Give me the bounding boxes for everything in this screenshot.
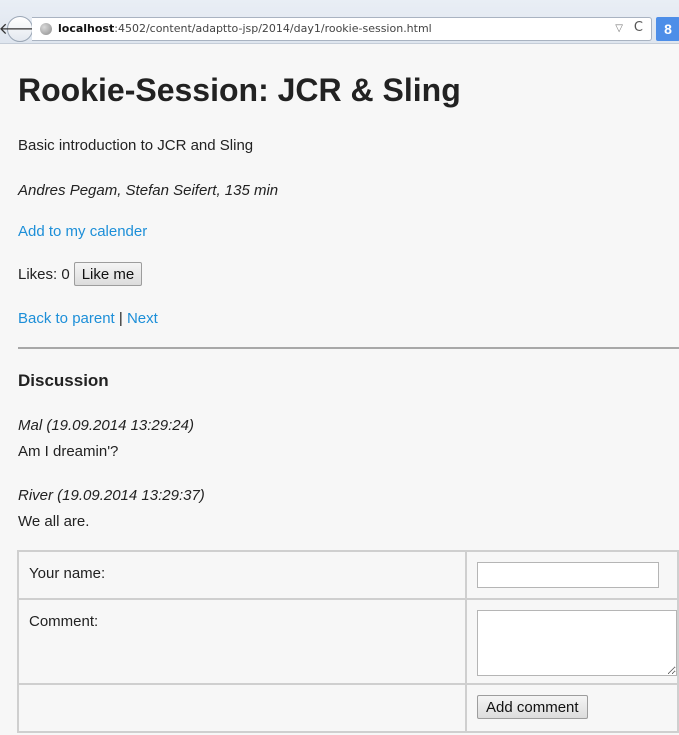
- session-description: Basic introduction to JCR and Sling: [18, 137, 254, 154]
- url-path: :4502/content/adaptto-jsp/2014/day1/rook…: [114, 22, 432, 35]
- submit-cell: Add comment: [465, 683, 679, 733]
- likes-count: Likes: 0: [18, 265, 70, 283]
- url-host: localhost: [58, 22, 115, 35]
- session-authors: Andres Pegam, Stefan Seifert, 135 min: [18, 182, 279, 199]
- comment-form: Your name: Comment: Add comment: [17, 550, 679, 733]
- discussion-heading: Discussion: [18, 371, 109, 390]
- form-row-submit: Add comment: [17, 683, 679, 733]
- page-title: Rookie-Session: JCR & Sling: [18, 72, 461, 108]
- form-row-comment: Comment:: [17, 598, 679, 685]
- page-navigation: Back to parent | Next: [18, 310, 158, 327]
- back-to-parent-link[interactable]: Back to parent: [18, 310, 115, 327]
- globe-icon: [40, 23, 52, 35]
- section-divider: [18, 347, 679, 349]
- name-input[interactable]: [477, 562, 659, 588]
- comment-label: Comment:: [17, 598, 467, 685]
- search-engine-icon[interactable]: 8: [656, 17, 679, 41]
- comment-meta: River (19.09.2014 13:29:37): [18, 487, 205, 504]
- next-link[interactable]: Next: [127, 310, 158, 327]
- url-text: localhost:4502/content/adaptto-jsp/2014/…: [58, 18, 432, 40]
- dropdown-icon[interactable]: ▽: [615, 18, 623, 40]
- likes-row: Likes: 0 Like me: [18, 262, 143, 286]
- comment-text: Am I dreamin'?: [18, 443, 119, 460]
- comment-textarea[interactable]: [477, 610, 677, 676]
- address-bar[interactable]: localhost:4502/content/adaptto-jsp/2014/…: [32, 17, 652, 41]
- form-row-name: Your name:: [17, 550, 679, 600]
- browser-toolbar: 🡐 localhost:4502/content/adaptto-jsp/201…: [0, 0, 679, 44]
- add-comment-button[interactable]: Add comment: [477, 695, 588, 719]
- reload-icon[interactable]: C: [634, 17, 643, 39]
- add-to-calendar-link[interactable]: Add to my calender: [18, 223, 147, 240]
- like-button[interactable]: Like me: [73, 262, 143, 286]
- name-label: Your name:: [17, 550, 467, 600]
- back-button[interactable]: 🡐: [0, 16, 41, 42]
- empty-cell: [17, 683, 467, 733]
- comment-meta: Mal (19.09.2014 13:29:24): [18, 417, 194, 434]
- nav-separator: |: [114, 310, 127, 327]
- name-input-cell: [465, 550, 679, 600]
- comment-input-cell: [465, 598, 679, 685]
- comment-text: We all are.: [18, 513, 90, 530]
